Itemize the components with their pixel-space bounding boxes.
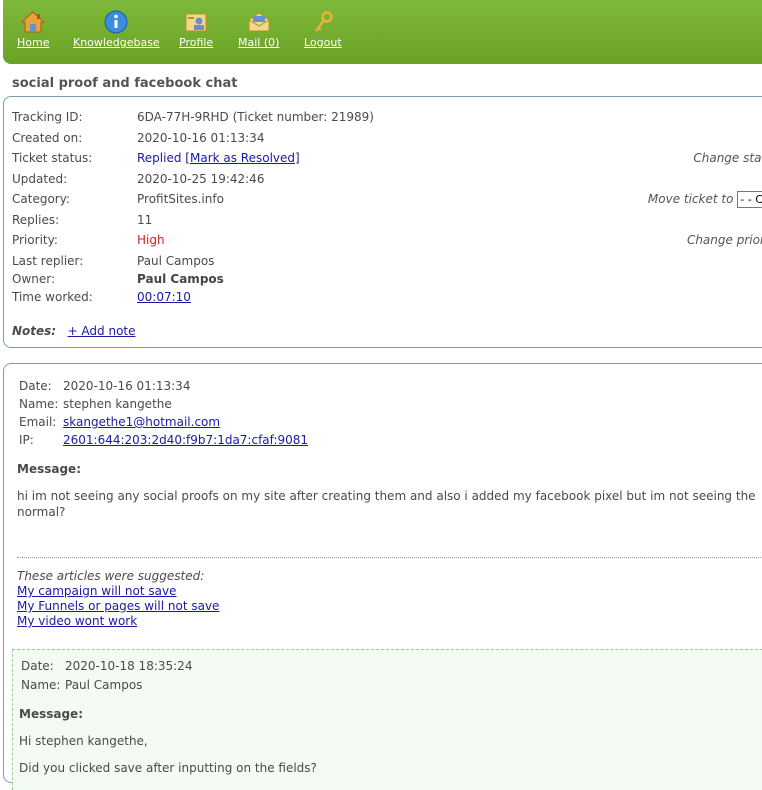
add-note-link[interactable]: + Add note: [68, 324, 136, 338]
suggested-link[interactable]: My campaign will not save: [17, 584, 176, 598]
info-icon: [104, 10, 128, 34]
top-navigation: Home Knowledgebase Profile Mail (0) Logo…: [3, 0, 762, 64]
msg2-date-label: Date:: [21, 659, 54, 673]
msg1-email-label: Email:: [19, 415, 57, 429]
home-icon: [20, 10, 46, 34]
divider: [17, 557, 762, 558]
move-ticket-control: Move ticket to - - Cli: [648, 190, 762, 208]
nav-logout[interactable]: Logout: [304, 10, 342, 49]
priority-value: High: [137, 233, 165, 247]
msg1-date-value: 2020-10-16 01:13:34: [63, 379, 191, 393]
category-label: Category:: [12, 192, 70, 206]
msg1-ip-label: IP:: [19, 433, 34, 447]
page-title: social proof and facebook chat: [12, 76, 238, 91]
msg2-date-row: Date: 2020-10-18 18:35:24: [21, 658, 192, 674]
time-worked-label: Time worked:: [12, 290, 93, 304]
msg2-name-row: Name: Paul Campos: [21, 677, 142, 693]
priority-row: Priority: High: [12, 231, 165, 249]
msg1-date-label: Date:: [19, 379, 52, 393]
priority-label: Priority:: [12, 233, 58, 247]
owner-label: Owner:: [12, 272, 56, 286]
msg1-email-link[interactable]: skangethe1@hotmail.com: [63, 415, 220, 429]
suggested-article: My video wont work: [17, 613, 137, 629]
msg2-name-label: Name:: [21, 678, 61, 692]
nav-mail[interactable]: Mail (0): [238, 10, 279, 49]
msg1-ip-row: IP: 2601:644:203:2d40:f9b7:1da7:cfaf:9081: [19, 432, 308, 448]
updated-row: Updated: 2020-10-25 19:42:46: [12, 170, 264, 188]
move-ticket-label: Move ticket to: [647, 192, 734, 206]
nav-profile-label[interactable]: Profile: [179, 36, 213, 49]
msg2-greeting: Hi stephen kangethe,: [19, 734, 148, 748]
suggested-article: My Funnels or pages will not save: [17, 598, 219, 614]
msg2-name-value: Paul Campos: [65, 678, 143, 692]
time-worked-row: Time worked: 00:07:10: [12, 288, 191, 306]
change-priority-label: Change priority: [686, 233, 762, 247]
tracking-value: 6DA-77H-9RHD (Ticket number: 21989): [137, 110, 374, 124]
nav-home[interactable]: Home: [17, 10, 49, 49]
msg2-message-label: Message:: [19, 707, 83, 721]
mail-icon: [247, 10, 271, 34]
tracking-label: Tracking ID:: [12, 110, 83, 124]
nav-home-label[interactable]: Home: [17, 36, 49, 49]
created-row: Created on: 2020-10-16 01:13:34: [12, 129, 264, 147]
suggested-article: My campaign will not save: [17, 583, 176, 599]
msg1-body-line2: normal?: [17, 505, 66, 519]
status-row: Ticket status: Replied [Mark as Resolved]: [12, 151, 300, 165]
replies-row: Replies: 11: [12, 211, 152, 229]
change-status-control[interactable]: Change status: [693, 149, 762, 167]
msg1-body-line1: hi im not seeing any social proofs on my…: [17, 489, 756, 503]
msg1-name-value: stephen kangethe: [63, 397, 172, 411]
owner-value: Paul Campos: [137, 272, 224, 286]
nav-profile[interactable]: Profile: [179, 10, 213, 49]
msg1-ip-link[interactable]: 2601:644:203:2d40:f9b7:1da7:cfaf:9081: [63, 433, 308, 447]
notes-label: Notes:: [12, 324, 57, 338]
msg1-email-row: Email: skangethe1@hotmail.com: [19, 414, 220, 430]
change-status-label: Change status: [693, 151, 762, 165]
last-replier-label: Last replier:: [12, 254, 84, 268]
category-row: Category: ProfitSites.info: [12, 190, 224, 208]
notes-row: Notes: + Add note: [12, 322, 136, 340]
updated-label: Updated:: [12, 172, 68, 186]
nav-mail-label[interactable]: Mail (0): [238, 36, 279, 49]
created-value: 2020-10-16 01:13:34: [137, 131, 265, 145]
replies-value: 11: [137, 213, 153, 227]
last-replier-row: Last replier: Paul Campos: [12, 252, 214, 270]
msg1-name-row: Name: stephen kangethe: [19, 396, 172, 412]
created-label: Created on:: [12, 131, 83, 145]
msg2-body-line1: Did you clicked save after inputting on …: [19, 761, 317, 775]
suggested-link[interactable]: My Funnels or pages will not save: [17, 599, 219, 613]
msg1-date-row: Date: 2020-10-16 01:13:34: [19, 378, 190, 394]
updated-value: 2020-10-25 19:42:46: [137, 172, 265, 186]
category-value: ProfitSites.info: [137, 192, 224, 206]
reply-message: Date: 2020-10-18 18:35:24 Name: Paul Campo…: [12, 649, 762, 790]
nav-knowledgebase[interactable]: Knowledgebase: [73, 10, 160, 49]
suggested-label: These articles were suggested:: [17, 569, 205, 583]
nav-logout-label[interactable]: Logout: [304, 36, 342, 49]
status-label: Ticket status:: [12, 151, 93, 165]
profile-icon: [184, 10, 208, 34]
msg2-date-value: 2020-10-18 18:35:24: [65, 659, 193, 673]
move-ticket-select[interactable]: - - Cli: [737, 191, 762, 208]
messages-panel: Date: 2020-10-16 01:13:34 Name: stephen ka…: [3, 363, 762, 790]
suggested-link[interactable]: My video wont work: [17, 614, 137, 628]
key-icon: [311, 10, 335, 34]
ticket-info-panel: Tracking ID: 6DA-77H-9RHD (Ticket number:…: [3, 96, 762, 348]
replies-label: Replies:: [12, 213, 60, 227]
owner-row: Owner: Paul Campos: [12, 270, 224, 288]
change-priority-control[interactable]: Change priority: [687, 231, 762, 249]
msg1-name-label: Name:: [19, 397, 59, 411]
status-value: Replied: [137, 151, 182, 165]
time-worked-link[interactable]: 00:07:10: [137, 290, 191, 304]
tracking-row: Tracking ID: 6DA-77H-9RHD (Ticket number:…: [12, 108, 374, 126]
nav-knowledgebase-label[interactable]: Knowledgebase: [73, 36, 160, 49]
last-replier-value: Paul Campos: [137, 254, 215, 268]
mark-resolved-link[interactable]: Mark as Resolved: [190, 151, 295, 165]
msg1-message-label: Message:: [17, 462, 81, 476]
